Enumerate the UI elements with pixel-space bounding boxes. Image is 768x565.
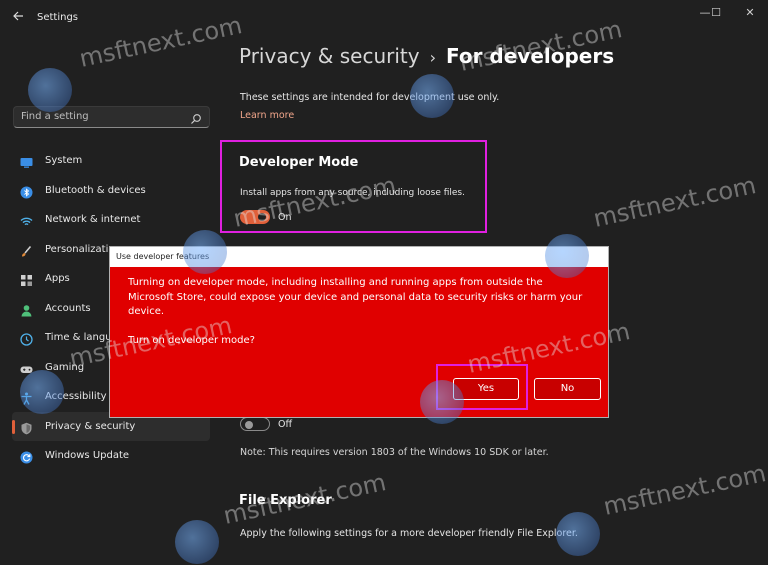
page-title: For developers [445, 44, 615, 68]
toggle-knob [258, 213, 266, 221]
close-button[interactable]: ✕ [740, 6, 760, 20]
no-button[interactable]: No [534, 378, 601, 400]
sidebar-item-system[interactable]: System [12, 146, 210, 176]
learn-more-link[interactable]: Learn more [240, 110, 294, 121]
sidebar-item-label: Apps [45, 273, 70, 285]
bluetooth-icon [20, 184, 33, 199]
back-arrow-icon[interactable] [10, 10, 26, 26]
device-portal-toggle[interactable] [240, 417, 270, 431]
app-title: Settings [37, 12, 79, 23]
developer-mode-toggle-state: On [278, 212, 292, 223]
wifi-icon [20, 213, 33, 226]
breadcrumb-parent[interactable]: Privacy & security [239, 44, 420, 68]
search-input[interactable]: Find a setting [13, 106, 210, 128]
yes-button[interactable]: Yes [453, 378, 519, 400]
sidebar-item-label: Network & internet [45, 214, 141, 226]
update-icon [20, 449, 33, 464]
dialog-title-bar: Use developer features [110, 247, 608, 267]
developer-features-dialog: Use developer features Turning on develo… [109, 246, 609, 418]
sidebar-item-label: Gaming [45, 361, 85, 373]
person-icon [20, 302, 33, 317]
sidebar-item-label: Privacy & security [45, 420, 136, 432]
globe-clock-icon [20, 331, 33, 346]
search-icon[interactable] [190, 110, 202, 124]
sidebar-item-windows-update[interactable]: Windows Update [12, 441, 210, 471]
intro-text: These settings are intended for developm… [240, 92, 500, 103]
sdk-note: Note: This requires version 1803 of the … [240, 447, 549, 458]
shield-icon [20, 420, 33, 435]
toggle-knob [245, 421, 253, 429]
monitor-icon [20, 154, 33, 169]
sidebar-item-network[interactable]: Network & internet [12, 205, 210, 235]
sidebar-item-label: System [45, 155, 83, 167]
gamepad-icon [20, 361, 33, 374]
developer-mode-description: Install apps from any source, including … [240, 188, 465, 198]
brush-icon [20, 243, 33, 257]
device-portal-toggle-state: Off [278, 419, 293, 430]
accessibility-icon [20, 390, 33, 406]
developer-mode-title: Developer Mode [239, 155, 359, 170]
watermark-logo-icon [175, 520, 219, 564]
search-placeholder: Find a setting [21, 111, 89, 122]
apps-icon [20, 272, 33, 287]
sidebar-item-label: Windows Update [45, 450, 130, 462]
watermark-text: msftnext.com [590, 171, 759, 233]
dialog-title: Use developer features [116, 252, 210, 261]
page-header: Privacy & security › For developers [239, 44, 614, 68]
dialog-message: Turning on developer mode, including ins… [128, 277, 583, 317]
developer-mode-section: Developer Mode Install apps from any sou… [220, 140, 487, 233]
dialog-question: Turn on developer mode? [128, 335, 255, 346]
developer-mode-toggle[interactable] [240, 210, 270, 224]
file-explorer-title: File Explorer [239, 493, 332, 508]
breadcrumb-separator: › [429, 48, 436, 67]
sidebar-item-label: Accessibility [45, 391, 107, 403]
sidebar-item-label: Accounts [45, 302, 91, 314]
title-bar: Settings — ☐ ✕ [0, 0, 768, 34]
maximize-button[interactable]: ☐ [706, 6, 726, 20]
watermark-text: msftnext.com [600, 459, 768, 521]
sidebar-item-label: Bluetooth & devices [45, 184, 146, 196]
file-explorer-description: Apply the following settings for a more … [240, 528, 578, 539]
sidebar-item-bluetooth[interactable]: Bluetooth & devices [12, 176, 210, 206]
